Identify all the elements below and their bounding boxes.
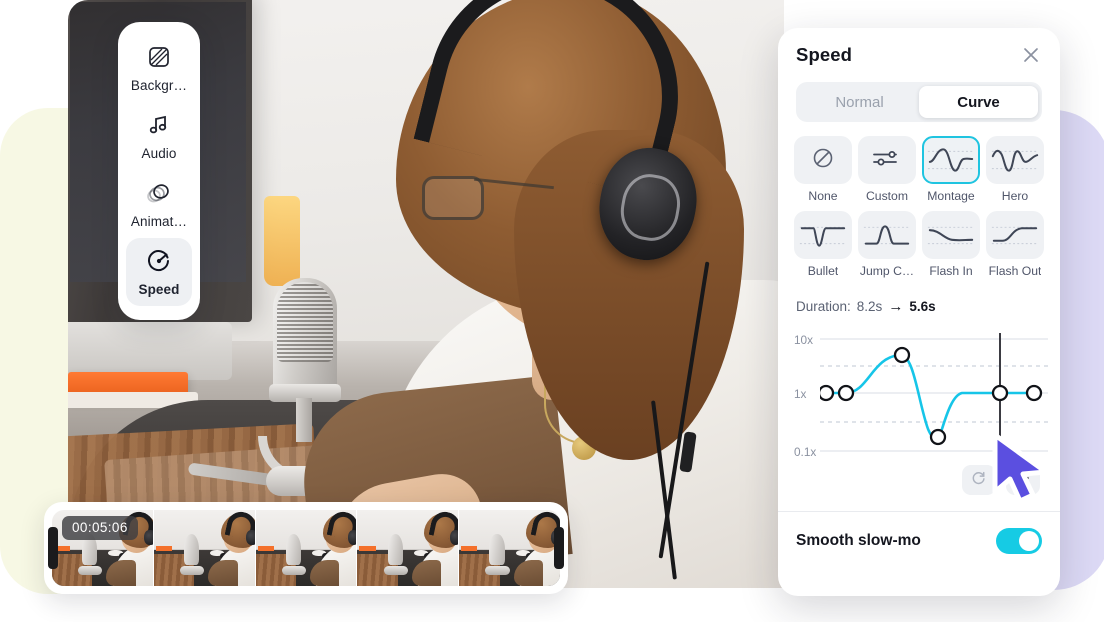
curve-control-point-active — [991, 384, 1009, 402]
music-note-icon — [146, 112, 172, 138]
timeline-clip[interactable]: 00:05:06 — [44, 502, 568, 594]
preset-label: Hero — [1001, 189, 1029, 203]
flashin-curve-icon — [927, 226, 975, 245]
preview-glasses — [422, 176, 484, 220]
duration-from: 8.2s — [856, 299, 883, 314]
speedometer-icon — [146, 248, 172, 274]
preset-montage[interactable]: Montage — [922, 136, 980, 203]
no-entry-icon — [808, 143, 838, 178]
preset-flashin[interactable]: Flash In — [922, 211, 980, 278]
speed-curve-graph[interactable]: 10x 1x 0.1x — [790, 329, 1048, 461]
curve-control-point — [929, 428, 947, 446]
curve-control-point — [837, 384, 855, 402]
smooth-slowmo-row: Smooth slow-mo — [778, 512, 1060, 570]
flashout-curve-icon — [991, 226, 1039, 245]
preset-label: Flash In — [929, 264, 973, 278]
preset-hero[interactable]: Hero — [986, 136, 1044, 203]
sidebar-item-background[interactable]: Backgr… — [126, 34, 192, 102]
panel-header: Speed — [778, 28, 1060, 76]
preset-tile — [858, 211, 916, 259]
tab-curve[interactable]: Curve — [919, 86, 1038, 118]
bullet-curve-icon — [799, 226, 847, 247]
sidebar-item-audio[interactable]: Audio — [126, 102, 192, 170]
jumpcut-curve-icon — [863, 225, 911, 245]
preset-label: None — [808, 189, 838, 203]
preset-jumpcut[interactable]: Jump C… — [858, 211, 916, 278]
preset-tile — [794, 136, 852, 184]
preset-label: Montage — [927, 189, 975, 203]
sidebar-item-label: Animat… — [130, 214, 188, 229]
timeline-timestamp: 00:05:06 — [62, 516, 138, 540]
reset-curve-button[interactable] — [962, 465, 996, 495]
trim-handle-right[interactable] — [554, 527, 564, 569]
tool-sidebar: Backgr… Audio Animat… Speed — [118, 22, 200, 320]
curve-canvas[interactable] — [820, 329, 1048, 461]
duration-row: Duration: 8.2s → 5.6s — [796, 298, 1042, 315]
preset-tile — [794, 211, 852, 259]
filmstrip-frame — [459, 510, 560, 586]
reset-icon — [970, 469, 988, 492]
curve-control-point — [1025, 384, 1043, 402]
animation-shapes-icon — [146, 180, 172, 206]
preview-person — [295, 0, 784, 588]
duration-label: Duration: — [796, 299, 851, 314]
preset-bullet[interactable]: Bullet — [794, 211, 852, 278]
preset-tile — [858, 136, 916, 184]
screenshot-root: Backgr… Audio Animat… Speed 00:05:06 Spe… — [0, 0, 1104, 622]
smooth-slowmo-label: Smooth slow-mo — [796, 532, 921, 549]
preset-tile — [986, 136, 1044, 184]
filmstrip-frame — [153, 510, 256, 586]
preset-custom[interactable]: Custom — [858, 136, 916, 203]
preset-grid: None Custom Montage Hero Bullet Jump C… … — [794, 136, 1044, 278]
curve-control-point — [893, 346, 911, 364]
background-pattern-icon — [146, 44, 172, 70]
mode-tabs: Normal Curve — [796, 82, 1042, 122]
preset-label: Jump C… — [859, 264, 915, 278]
axis-label-0.1x: 0.1x — [794, 445, 817, 459]
sidebar-item-label: Audio — [141, 146, 177, 161]
axis-label-10x: 10x — [794, 333, 814, 347]
preset-flashout[interactable]: Flash Out — [986, 211, 1044, 278]
preview-juice-glass — [264, 196, 300, 286]
preset-none[interactable]: None — [794, 136, 852, 203]
trim-handle-left[interactable] — [48, 527, 58, 569]
preset-tile — [922, 136, 980, 184]
montage-curve-icon — [927, 148, 975, 172]
panel-title: Speed — [796, 44, 853, 65]
preset-label: Flash Out — [988, 264, 1042, 278]
sidebar-item-animation[interactable]: Animat… — [126, 170, 192, 238]
speed-panel: Speed Normal Curve None Custom Montage H… — [778, 28, 1060, 596]
axis-label-1x: 1x — [794, 387, 807, 401]
tab-normal[interactable]: Normal — [800, 86, 919, 118]
graph-actions — [798, 465, 1040, 495]
sidebar-item-speed[interactable]: Speed — [126, 238, 192, 306]
duration-to: 5.6s — [909, 299, 936, 314]
smooth-slowmo-toggle[interactable] — [996, 528, 1042, 554]
remove-point-button[interactable] — [1006, 465, 1040, 495]
close-icon[interactable] — [1020, 44, 1042, 66]
sliders-icon — [870, 143, 904, 178]
preset-tile — [986, 211, 1044, 259]
preset-label: Custom — [866, 189, 908, 203]
minus-icon — [1014, 469, 1032, 492]
sidebar-item-label: Backgr… — [130, 78, 188, 93]
filmstrip-frame — [357, 510, 460, 586]
preset-tile — [922, 211, 980, 259]
hero-curve-icon — [991, 149, 1039, 172]
preset-label: Bullet — [807, 264, 839, 278]
filmstrip-frame — [255, 510, 358, 586]
sidebar-item-label: Speed — [138, 282, 180, 297]
curve-control-point — [820, 384, 835, 402]
duration-arrow-icon: → — [888, 298, 904, 315]
preview-mic-grille — [277, 282, 333, 362]
